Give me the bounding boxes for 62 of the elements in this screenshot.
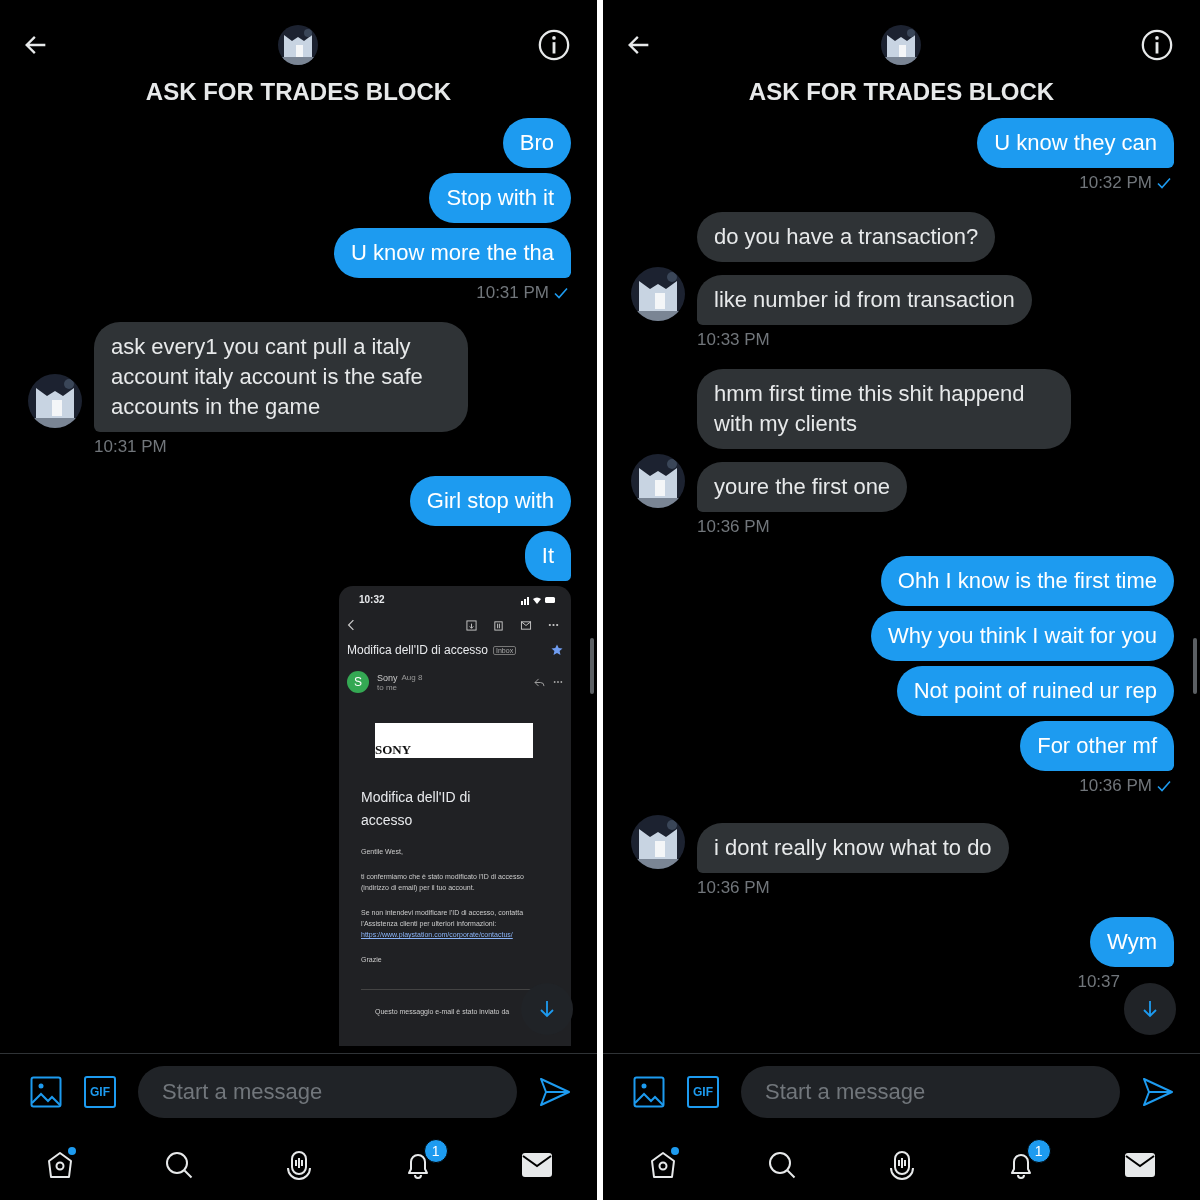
- star-icon: [551, 644, 563, 656]
- message-time: 10:36 PM: [697, 517, 770, 537]
- scroll-indicator: [1193, 638, 1197, 694]
- email-screenshot[interactable]: [339, 586, 571, 1046]
- send-icon[interactable]: [1142, 1076, 1174, 1108]
- sent-message: Why you think I wait for you: [871, 611, 1174, 661]
- message-time: 10:36 PM: [697, 878, 770, 898]
- message-time: 10:33 PM: [697, 330, 770, 350]
- email-heading: Modifica dell'ID di accesso: [361, 788, 472, 830]
- sent-message: U know they can: [977, 118, 1174, 168]
- mail-icon: [520, 619, 532, 631]
- info-icon[interactable]: [537, 28, 571, 62]
- status-icons: [521, 594, 557, 605]
- trash-icon: [493, 619, 504, 631]
- message-time: 10:31 PM: [476, 283, 549, 303]
- sent-message: Stop with it: [429, 173, 571, 223]
- received-message: i dont really know what to do: [697, 823, 1009, 873]
- received-message: hmm first time this shit happend with my clients: [697, 369, 1071, 449]
- arrow-down-icon: [1140, 999, 1160, 1019]
- received-message: youre the first one: [697, 462, 908, 512]
- reply-icon: [534, 677, 545, 687]
- received-message: like number id from transaction: [697, 275, 1032, 325]
- gif-button[interactable]: GIF: [84, 1076, 116, 1108]
- back-icon: [347, 619, 355, 631]
- notification-badge: 1: [423, 1139, 448, 1163]
- email-subject: Modifica dell'ID di accesso: [347, 643, 489, 657]
- sender-avatar: S: [347, 671, 369, 693]
- message-input[interactable]: Start a message: [741, 1066, 1120, 1118]
- received-message: ask every1 you cant pull a italy account italy account is the safe accounts in the game: [94, 322, 468, 432]
- sent-message: Wym: [1090, 917, 1174, 967]
- notification-badge: 1: [1026, 1139, 1051, 1163]
- more-icon: [548, 623, 559, 627]
- conversation-title: ASK FOR TRADES BLOCK: [747, 78, 1056, 106]
- sent-message: Bro: [502, 118, 571, 168]
- info-icon[interactable]: [1140, 28, 1174, 62]
- sent-message: It: [524, 531, 571, 581]
- sent-message: For other mf: [1020, 721, 1174, 771]
- sony-logo: SONY: [375, 723, 533, 758]
- message-time: 10:36 PM: [1079, 776, 1152, 796]
- send-icon[interactable]: [539, 1076, 571, 1108]
- message-time: 10:31 PM: [94, 437, 167, 457]
- sent-message: Ohh I know is the first time: [880, 556, 1174, 606]
- scroll-down-button[interactable]: [1124, 983, 1176, 1035]
- email-date: Aug 8: [401, 672, 423, 683]
- scroll-indicator: [590, 638, 594, 694]
- image-icon[interactable]: [30, 1076, 62, 1108]
- gif-button[interactable]: GIF: [687, 1076, 719, 1108]
- conversation-title: ASK FOR TRADES BLOCK: [144, 78, 453, 106]
- arrow-down-icon: [537, 999, 557, 1019]
- received-message: do you have a transaction?: [697, 212, 996, 262]
- sent-message: Girl stop with: [409, 476, 571, 526]
- archive-icon: [466, 619, 477, 631]
- message-input[interactable]: Start a message: [138, 1066, 517, 1118]
- sender-name: Sony: [377, 672, 398, 683]
- status-time: 10:32: [359, 594, 385, 605]
- recipient-label: to me: [377, 682, 397, 692]
- sent-message: U know more the tha: [334, 228, 571, 278]
- sent-message: Not point of ruined ur rep: [896, 666, 1174, 716]
- image-icon[interactable]: [633, 1076, 665, 1108]
- message-time: 10:37: [1077, 972, 1120, 992]
- more-icon: [553, 680, 563, 684]
- message-time: 10:32 PM: [1079, 173, 1152, 193]
